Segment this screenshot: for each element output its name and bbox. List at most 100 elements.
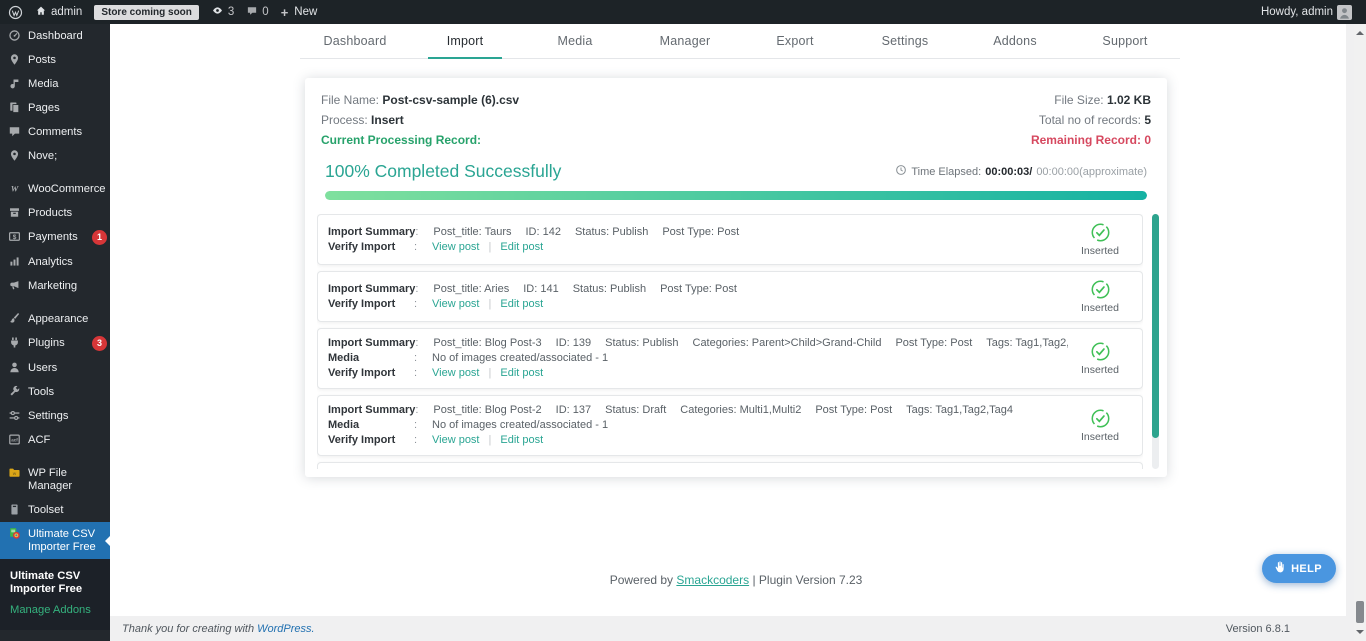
- dashboard-icon: [8, 29, 21, 42]
- tab-settings[interactable]: Settings: [850, 24, 960, 58]
- sidebar-item-label: WooCommerce: [28, 182, 107, 196]
- edit-post-link[interactable]: Edit post: [500, 366, 543, 381]
- sidebar-item-pages[interactable]: Pages: [0, 96, 110, 120]
- home-icon: [35, 5, 47, 20]
- colon: :: [415, 225, 433, 240]
- edit-post-link[interactable]: Edit post: [500, 297, 543, 312]
- pages-icon: [8, 101, 21, 114]
- sidebar-item-media[interactable]: Media: [0, 72, 110, 96]
- insert-status-label: Inserted: [1068, 245, 1132, 257]
- wordpress-logo-icon[interactable]: [8, 5, 23, 20]
- wordpress-admin-page: { "colors": { "accent_teal": "#2aa593", …: [0, 0, 1366, 641]
- sidebar-item-toolset[interactable]: Toolset: [0, 498, 110, 522]
- insert-status: Inserted: [1068, 279, 1132, 314]
- updates-menu[interactable]: 3: [211, 4, 234, 20]
- row-lines: Import Summary:Post_title: TaursID: 142S…: [328, 225, 1068, 255]
- edit-post-link[interactable]: Edit post: [500, 433, 543, 448]
- check-circle-icon: [1068, 408, 1132, 429]
- view-post-link[interactable]: View post: [432, 433, 480, 448]
- payments-icon: $: [8, 230, 21, 243]
- acf-icon: acf: [8, 433, 21, 446]
- time-elapsed-value: 00:00:03/: [985, 166, 1032, 178]
- sidebar-item-label: Payments: [28, 230, 83, 244]
- howdy-menu[interactable]: Howdy, admin: [1261, 5, 1352, 20]
- submenu-item-ultimate-csv-importer-free[interactable]: Ultimate CSV Importer Free: [0, 566, 110, 600]
- comment-icon: [8, 125, 21, 138]
- admin-sidebar: Dashboard PostsMediaPagesComments Nove; W Wo…: [0, 24, 110, 641]
- footer-version: Version 6.8.1: [1226, 623, 1290, 635]
- sidebar-item-users[interactable]: Users: [0, 356, 110, 380]
- row-lines: Import Summary:Post_title: Blog Post-3ID…: [328, 336, 1068, 381]
- verify-line: Verify Import:View post|Edit post: [328, 240, 1068, 255]
- smackcoders-link[interactable]: Smackcoders: [676, 573, 749, 587]
- sidebar-item-appearance[interactable]: Appearance: [0, 307, 110, 331]
- scrollbar-thumb[interactable]: [1356, 601, 1364, 623]
- tab-media[interactable]: Media: [520, 24, 630, 58]
- file-info-row: File Name: Post-csv-sample (6).csv File …: [321, 90, 1151, 110]
- sidebar-item-marketing[interactable]: Marketing: [0, 274, 110, 298]
- sidebar-item-ultimate-csv-importer-free[interactable]: Ultimate CSV Importer Free: [0, 522, 110, 559]
- eye-icon: [211, 4, 224, 20]
- sidebar-item-tools[interactable]: Tools: [0, 380, 110, 404]
- summary-field: Post Type: Post: [895, 337, 972, 349]
- import-summary-row: Import Summary:Post_title: Blog Post-2ID…: [317, 395, 1143, 456]
- sidebar-item-nove[interactable]: Nove;: [0, 144, 110, 168]
- results-scrollbar[interactable]: [1152, 214, 1159, 469]
- wordpress-link[interactable]: WordPress.: [257, 623, 314, 635]
- sidebar-item-label: Dashboard: [28, 29, 107, 43]
- import-results-list: Import Summary:Post_title: TaursID: 142S…: [317, 214, 1143, 469]
- link-separator: |: [489, 297, 492, 312]
- sidebar-item-woocommerce[interactable]: W WooCommerce: [0, 177, 110, 201]
- tab-dashboard[interactable]: Dashboard: [300, 24, 410, 58]
- sidebar-item-acf[interactable]: acfACF: [0, 428, 110, 452]
- tab-support[interactable]: Support: [1070, 24, 1180, 58]
- sidebar-item-analytics[interactable]: Analytics: [0, 250, 110, 274]
- sidebar-item-settings[interactable]: Settings: [0, 404, 110, 428]
- main-content: DashboardImportMediaManagerExportSetting…: [110, 24, 1346, 616]
- sidebar-item-wp-file-manager[interactable]: wWP File Manager: [0, 461, 110, 498]
- sidebar-item-dashboard[interactable]: Dashboard: [0, 24, 110, 48]
- insert-status-label: Inserted: [1068, 431, 1132, 443]
- tab-manager[interactable]: Manager: [630, 24, 740, 58]
- site-name: admin: [51, 6, 82, 18]
- sidebar-item-payments[interactable]: $Payments1: [0, 225, 110, 250]
- sidebar-item-label: Plugins: [28, 336, 83, 350]
- sidebar-item-posts[interactable]: Posts: [0, 48, 110, 72]
- help-button[interactable]: HELP: [1262, 554, 1336, 583]
- browser-scrollbar[interactable]: [1354, 24, 1366, 641]
- comment-count: 0: [262, 6, 268, 18]
- summary-fields: Post_title: TaursID: 142Status: PublishP…: [433, 225, 753, 240]
- sidebar-item-comments[interactable]: Comments: [0, 120, 110, 144]
- summary-line: Import Summary:Post_title: TaursID: 142S…: [328, 225, 1068, 240]
- plugin-tab-bar: DashboardImportMediaManagerExportSetting…: [300, 24, 1180, 59]
- woo-icon: W: [8, 182, 21, 195]
- tab-export[interactable]: Export: [740, 24, 850, 58]
- tab-addons[interactable]: Addons: [960, 24, 1070, 58]
- scroll-up-arrow[interactable]: [1354, 26, 1366, 40]
- tab-import[interactable]: Import: [410, 24, 520, 58]
- file-name-value: Post-csv-sample (6).csv: [382, 93, 519, 107]
- thanks-text: Thank you for creating with: [122, 623, 254, 635]
- site-menu[interactable]: admin: [35, 5, 82, 20]
- scroll-down-arrow[interactable]: [1354, 625, 1366, 639]
- import-results-area: Import Summary:Post_title: TaursID: 142S…: [317, 214, 1159, 469]
- view-post-link[interactable]: View post: [432, 297, 480, 312]
- progress-bar-track: [325, 191, 1147, 200]
- admin-bar-right: Howdy, admin: [1261, 5, 1366, 20]
- sidebar-submenu: Ultimate CSV Importer FreeManage Addons: [0, 559, 110, 630]
- admin-bar: admin Store coming soon 3 0 + New Howdy,…: [0, 0, 1366, 24]
- edit-post-link[interactable]: Edit post: [500, 240, 543, 255]
- sidebar-item-products[interactable]: Products: [0, 201, 110, 225]
- view-post-link[interactable]: View post: [432, 240, 480, 255]
- notification-badge: 3: [92, 336, 107, 351]
- view-post-link[interactable]: View post: [432, 366, 480, 381]
- media-text: No of images created/associated - 1: [432, 418, 608, 433]
- sidebar-item-plugins[interactable]: Plugins 3: [0, 331, 110, 356]
- new-content-menu[interactable]: + New: [281, 5, 318, 20]
- sidebar-item-label: Nove;: [28, 149, 107, 163]
- results-scrollbar-thumb[interactable]: [1152, 214, 1159, 438]
- process-label: Process:: [321, 113, 368, 127]
- submenu-item-manage-addons[interactable]: Manage Addons: [0, 600, 110, 621]
- summary-label: Import Summary: [328, 225, 415, 240]
- comments-menu[interactable]: 0: [246, 5, 268, 20]
